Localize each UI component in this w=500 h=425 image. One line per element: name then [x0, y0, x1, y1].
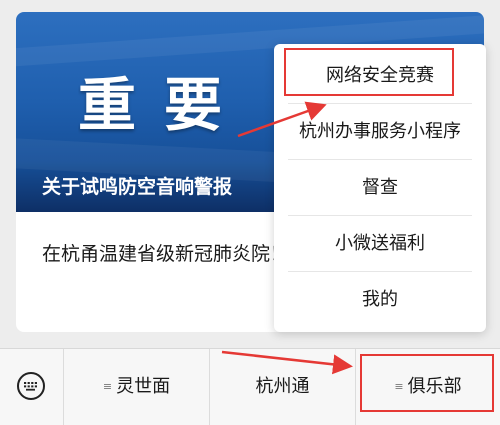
annotation-arrows [221, 101, 353, 375]
annotation-arrow [221, 350, 353, 375]
annotation-arrow [237, 101, 327, 138]
